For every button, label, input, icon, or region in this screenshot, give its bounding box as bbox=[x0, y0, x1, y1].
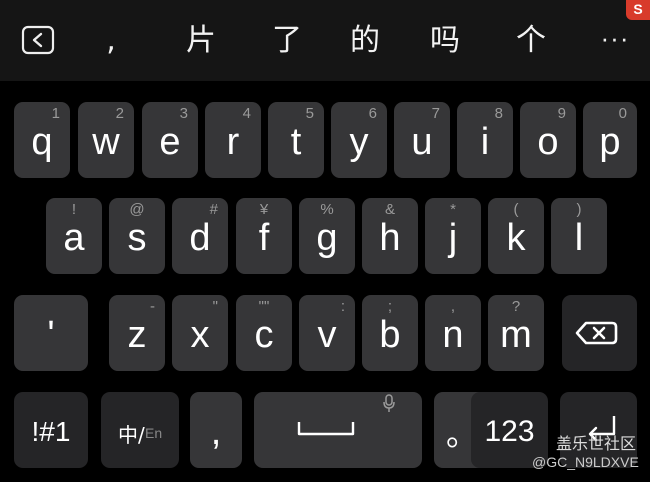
key-label: b bbox=[379, 314, 401, 356]
key-l[interactable]: ) l bbox=[551, 198, 607, 274]
symbols-key[interactable]: !#1 bbox=[14, 392, 88, 468]
key-m[interactable]: ? m bbox=[488, 295, 544, 371]
key-label: f bbox=[258, 217, 270, 259]
space-key[interactable] bbox=[254, 392, 422, 468]
candidate-1[interactable]: , bbox=[88, 18, 134, 64]
backspace-icon bbox=[575, 321, 618, 345]
key-label: n bbox=[442, 314, 464, 356]
key-o[interactable]: 9o bbox=[520, 102, 576, 178]
key-label: d bbox=[189, 217, 211, 259]
key-n[interactable]: ,n bbox=[425, 295, 481, 371]
key-g[interactable]: % g bbox=[299, 198, 355, 274]
key-label: r bbox=[226, 121, 240, 163]
language-en-label: En bbox=[145, 425, 163, 441]
key-label: 123 bbox=[484, 415, 535, 448]
candidate-bar: S , 片 了 的 吗 个 ··· bbox=[0, 0, 650, 81]
language-zh-label: 中/ bbox=[118, 423, 145, 447]
key-y[interactable]: 6y bbox=[331, 102, 387, 178]
watermark-site: 盖乐世社区 bbox=[556, 434, 637, 453]
key-v[interactable]: :v bbox=[299, 295, 355, 371]
key-label: m bbox=[500, 314, 532, 356]
candidate-3[interactable]: 了 bbox=[264, 18, 310, 64]
key-w[interactable]: 2w bbox=[78, 102, 134, 178]
key-c[interactable]: "" c bbox=[236, 295, 292, 371]
language-switch-key[interactable]: 中/ En bbox=[101, 392, 179, 468]
key-label: j bbox=[448, 217, 458, 259]
key-label: e bbox=[159, 121, 181, 163]
backspace-key[interactable] bbox=[562, 295, 637, 371]
key-a[interactable]: ! a bbox=[46, 198, 102, 274]
key-t[interactable]: 5t bbox=[268, 102, 324, 178]
key-b[interactable]: ; b bbox=[362, 295, 418, 371]
key-e[interactable]: 3e bbox=[142, 102, 198, 178]
key-s[interactable]: @ s bbox=[109, 198, 165, 274]
key-z[interactable]: -z bbox=[109, 295, 165, 371]
collapse-back-button[interactable] bbox=[20, 25, 56, 55]
key-q[interactable]: 1q bbox=[14, 102, 70, 178]
microphone-icon bbox=[383, 394, 395, 412]
input-method-logo[interactable]: S bbox=[626, 0, 650, 20]
key-p[interactable]: 0p bbox=[583, 102, 637, 178]
key-u[interactable]: 7u bbox=[394, 102, 450, 178]
key-label: s bbox=[127, 217, 147, 259]
key-k[interactable]: (k bbox=[488, 198, 544, 274]
space-bar-icon bbox=[297, 422, 355, 436]
key-label: k bbox=[506, 217, 526, 259]
key-label: p bbox=[599, 121, 621, 163]
key-label: v bbox=[317, 314, 337, 356]
key-d[interactable]: # d bbox=[172, 198, 228, 274]
watermark-user: @GC_N9LDXVE bbox=[532, 454, 639, 470]
key-i[interactable]: 8i bbox=[457, 102, 513, 178]
key-label: , bbox=[210, 411, 222, 453]
key-label: g bbox=[316, 217, 338, 259]
key-h[interactable]: & h bbox=[362, 198, 418, 274]
candidate-2[interactable]: 片 bbox=[178, 18, 224, 64]
key-label: t bbox=[290, 121, 302, 163]
key-label: o bbox=[537, 121, 559, 163]
candidate-5[interactable]: 吗 bbox=[422, 18, 468, 64]
more-candidates-button[interactable]: ··· bbox=[592, 18, 638, 64]
key-label: z bbox=[127, 314, 147, 356]
key-label: l bbox=[574, 217, 584, 259]
key-label: c bbox=[254, 314, 274, 356]
key-label: u bbox=[411, 121, 433, 163]
comma-key[interactable]: , bbox=[190, 392, 242, 468]
key-label: ' bbox=[47, 314, 55, 356]
key-label: h bbox=[379, 217, 401, 259]
key-label: y bbox=[349, 121, 369, 163]
key-r[interactable]: 4r bbox=[205, 102, 261, 178]
key-label: !#1 bbox=[31, 416, 71, 447]
key-label: q bbox=[31, 121, 53, 163]
key-label: w bbox=[92, 121, 120, 163]
key-j[interactable]: * j bbox=[425, 198, 481, 274]
key-label: i bbox=[480, 121, 490, 163]
candidate-4[interactable]: 的 bbox=[342, 18, 388, 64]
key-label: x bbox=[190, 314, 210, 356]
candidate-6[interactable]: 个 bbox=[508, 18, 554, 64]
key-f[interactable]: ¥ f bbox=[236, 198, 292, 274]
key-label: a bbox=[63, 217, 85, 259]
key-apostrophe[interactable]: ' bbox=[14, 295, 88, 371]
key-x[interactable]: " x bbox=[172, 295, 228, 371]
back-arrow-icon bbox=[21, 25, 55, 55]
